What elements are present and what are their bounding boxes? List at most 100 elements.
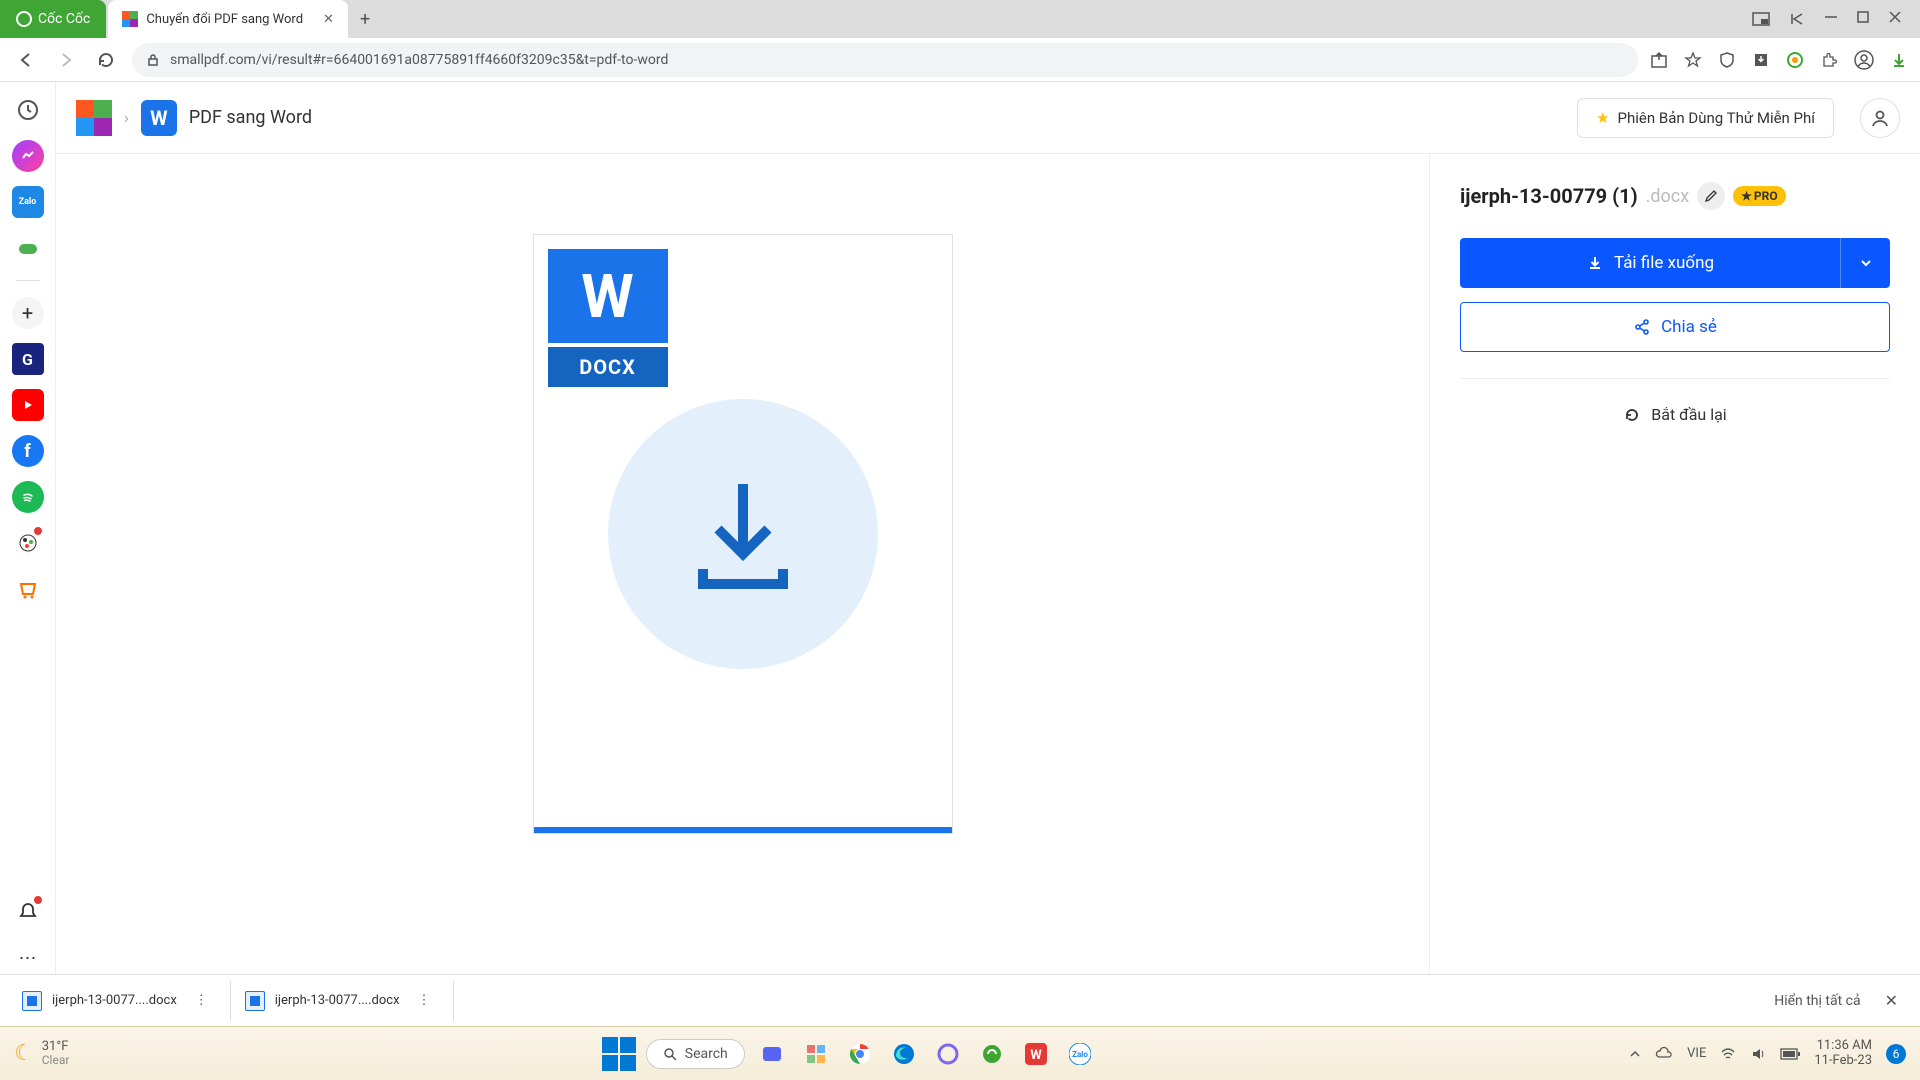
chevron-down-icon — [1859, 256, 1873, 270]
download-item[interactable]: ijerph-13-0077....docx ⋮ — [231, 981, 454, 1021]
forward-button[interactable] — [52, 46, 80, 74]
trial-label: Phiên Bản Dùng Thử Miễn Phí — [1618, 109, 1815, 127]
clock[interactable]: 11:36 AM 11-Feb-23 — [1814, 1039, 1872, 1069]
volume-icon[interactable] — [1750, 1046, 1766, 1062]
notifications-icon[interactable] — [12, 896, 44, 928]
facebook-icon[interactable]: f — [12, 435, 44, 467]
gamepad-icon[interactable] — [12, 232, 44, 264]
close-downloads-bar-icon[interactable]: ✕ — [1871, 991, 1912, 1010]
restart-icon — [1623, 406, 1641, 424]
user-icon — [1870, 108, 1890, 128]
coccoc-tab[interactable]: Cốc Cốc — [0, 0, 106, 38]
coccoc-taskbar-icon[interactable] — [975, 1037, 1009, 1071]
zalo-icon[interactable]: Zalo — [12, 186, 44, 218]
system-tray: VIE 11:36 AM 11-Feb-23 6 — [1629, 1039, 1906, 1069]
lock-icon — [146, 53, 160, 67]
weather-icon: ☾ — [14, 1041, 34, 1066]
weather-widget[interactable]: ☾ 31°F Clear — [14, 1040, 69, 1067]
pro-badge: ★PRO — [1733, 186, 1785, 206]
download-item[interactable]: ijerph-13-0077....docx ⋮ — [8, 981, 231, 1021]
show-all-downloads[interactable]: Hiển thị tất cả — [1764, 993, 1870, 1009]
sports-icon[interactable] — [12, 527, 44, 559]
edit-name-button[interactable] — [1697, 182, 1725, 210]
language-indicator[interactable]: VIE — [1687, 1046, 1706, 1061]
star-icon: ★ — [1596, 109, 1609, 127]
pip-icon[interactable] — [1752, 10, 1770, 28]
new-tab-button[interactable]: + — [360, 9, 370, 30]
share-page-icon[interactable] — [1650, 51, 1668, 69]
youtube-icon[interactable] — [12, 389, 44, 421]
download-icon — [1586, 254, 1604, 272]
svg-text:W: W — [1030, 1048, 1042, 1063]
history-nav-icon[interactable] — [1788, 10, 1806, 28]
download-filename: ijerph-13-0077....docx — [52, 993, 177, 1008]
notification-count[interactable]: 6 — [1886, 1044, 1906, 1064]
search-label: Search — [685, 1046, 728, 1062]
chat-app-icon[interactable] — [755, 1037, 789, 1071]
account-button[interactable] — [1860, 98, 1900, 138]
bookmark-star-icon[interactable] — [1684, 51, 1702, 69]
messenger-icon[interactable] — [12, 140, 44, 172]
battery-icon[interactable] — [1780, 1048, 1800, 1060]
file-extension: .docx — [1646, 186, 1690, 207]
maximize-icon[interactable] — [1856, 10, 1870, 28]
docx-badge-icon: W DOCX — [548, 249, 668, 387]
spotify-icon[interactable] — [12, 481, 44, 513]
share-button[interactable]: Chia sẻ — [1460, 302, 1890, 352]
copilot-icon[interactable] — [931, 1037, 965, 1071]
tool-title: PDF sang Word — [189, 107, 312, 128]
download-item-menu-icon[interactable]: ⋮ — [410, 993, 439, 1008]
edge-icon[interactable] — [887, 1037, 921, 1071]
profile-icon[interactable] — [1854, 50, 1874, 70]
start-button[interactable] — [602, 1037, 636, 1071]
preview-pane: W DOCX — [56, 154, 1430, 974]
wps-icon[interactable]: W — [1019, 1037, 1053, 1071]
reload-button[interactable] — [92, 46, 120, 74]
close-window-icon[interactable] — [1888, 10, 1902, 28]
smallpdf-logo-icon[interactable] — [76, 100, 112, 136]
restart-button[interactable]: Bắt đầu lại — [1460, 405, 1890, 424]
star-icon: ★ — [1741, 189, 1752, 203]
app-header: › W PDF sang Word ★ Phiên Bản Dùng Thử M… — [56, 82, 1920, 154]
tray-chevron-icon[interactable] — [1629, 1048, 1641, 1060]
weather-cond: Clear — [42, 1054, 70, 1067]
wifi-icon[interactable] — [1720, 1046, 1736, 1062]
window-controls — [1752, 10, 1920, 28]
progress-bar — [534, 827, 952, 833]
g-app-icon[interactable]: G — [12, 343, 44, 375]
download-label: Tải file xuống — [1614, 253, 1714, 273]
back-button[interactable] — [12, 46, 40, 74]
free-trial-button[interactable]: ★ Phiên Bản Dùng Thử Miễn Phí — [1577, 98, 1834, 138]
share-label: Chia sẻ — [1661, 317, 1717, 337]
download-item-menu-icon[interactable]: ⋮ — [187, 993, 216, 1008]
onedrive-icon[interactable] — [1655, 1045, 1673, 1063]
extensions-icon[interactable] — [1820, 51, 1838, 69]
history-icon[interactable] — [12, 94, 44, 126]
downloads-icon[interactable] — [1752, 51, 1770, 69]
restart-label: Bắt đầu lại — [1651, 405, 1726, 424]
url-bar[interactable]: smallpdf.com/vi/result#r=664001691a08775… — [132, 43, 1638, 77]
zalo-taskbar-icon[interactable]: Zalo — [1063, 1037, 1097, 1071]
document-preview[interactable]: W DOCX — [533, 234, 953, 834]
download-options-button[interactable] — [1840, 238, 1890, 288]
coccoc-ext-icon[interactable] — [1786, 51, 1804, 69]
download-filename: ijerph-13-0077....docx — [275, 993, 400, 1008]
active-tab[interactable]: Chuyển đổi PDF sang Word ✕ — [108, 0, 348, 38]
more-icon[interactable]: ⋯ — [12, 942, 44, 974]
taskbar-search[interactable]: Search — [646, 1039, 745, 1069]
shopping-icon[interactable] — [12, 573, 44, 605]
taskbar: ☾ 31°F Clear Search W Zalo VIE 11:36 AM … — [0, 1026, 1920, 1080]
widgets-icon[interactable] — [799, 1037, 833, 1071]
tab-bar: Cốc Cốc Chuyển đổi PDF sang Word ✕ + — [0, 0, 1920, 38]
date-text: 11-Feb-23 — [1814, 1054, 1872, 1069]
chrome-icon[interactable] — [843, 1037, 877, 1071]
download-arrow-icon[interactable] — [1890, 51, 1908, 69]
docx-file-icon — [245, 991, 265, 1011]
coccoc-tab-label: Cốc Cốc — [38, 11, 90, 27]
download-button[interactable]: Tải file xuống — [1460, 238, 1840, 288]
minimize-icon[interactable] — [1824, 10, 1838, 28]
close-tab-icon[interactable]: ✕ — [323, 12, 334, 27]
time-text: 11:36 AM — [1817, 1039, 1872, 1054]
shield-icon[interactable] — [1718, 51, 1736, 69]
add-shortcut-icon[interactable]: + — [12, 297, 44, 329]
